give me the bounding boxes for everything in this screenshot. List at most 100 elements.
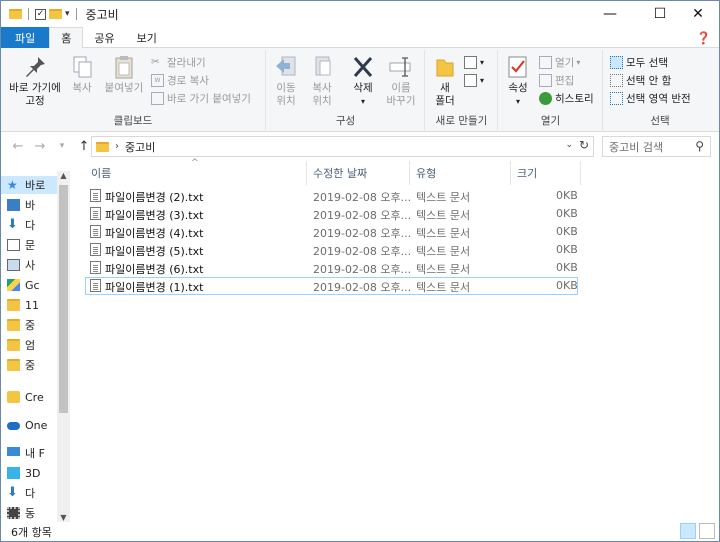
copy-to-button[interactable]: 복사 위치 (305, 54, 339, 108)
new-item-button[interactable]: ▾ (464, 54, 484, 71)
nav-item-folder[interactable]: 11 (1, 296, 57, 314)
close-button[interactable]: ✕ (675, 1, 720, 27)
search-icon[interactable]: ⚲ (695, 139, 704, 153)
explorer-window: ✓ ▾ 중고비 — ☐ ✕ 파일 홈 공유 보기 ❓ 바로 가기에 고정 복사 … (0, 0, 720, 542)
large-icons-view-icon[interactable] (699, 523, 715, 539)
nav-item-onedrive[interactable]: One (1, 416, 57, 434)
column-type[interactable]: 유형 (410, 161, 511, 185)
history-button[interactable]: 히스토리 (539, 90, 594, 107)
separator (75, 8, 77, 20)
text-file-icon (90, 225, 101, 238)
navigation-scrollbar[interactable]: ▲ ▼ (57, 171, 70, 522)
nav-item-pictures[interactable]: 사 (1, 256, 57, 274)
file-row[interactable]: 파일이름변경 (3).txt 2019-02-08 오후... 텍스트 문서 0… (85, 205, 578, 223)
delete-button[interactable]: 삭제 ▾ (347, 54, 379, 108)
scroll-up-icon[interactable]: ▲ (57, 171, 70, 180)
new-folder-button[interactable]: 새 폴더 (430, 54, 460, 108)
file-size: 0KB (556, 207, 578, 220)
select-all-button[interactable]: 모두 선택 (610, 54, 668, 71)
refresh-icon[interactable]: ↻ (579, 138, 589, 152)
nav-item-label: 동 (25, 507, 36, 520)
column-size[interactable]: 크기 (511, 161, 581, 185)
text-file-icon (90, 189, 101, 202)
column-date-modified[interactable]: 수정한 날짜 (307, 161, 410, 185)
cut-button[interactable]: ✂ 잘라내기 (151, 54, 206, 71)
nav-item-3d-objects[interactable]: 3D (1, 464, 57, 482)
edit-button[interactable]: 편집 (539, 72, 574, 89)
easy-access-dropdown-icon: ▾ (480, 76, 485, 85)
nav-item-downloads[interactable]: ⬇ 다 (1, 216, 57, 234)
open-button[interactable]: 열기 ▾ (539, 54, 580, 71)
file-name: 파일이름변경 (1).txt (105, 281, 204, 294)
nav-item-downloads[interactable]: ⬇ 다 (1, 484, 57, 502)
customize-quick-access-icon[interactable]: ▾ (65, 9, 70, 19)
file-row[interactable]: 파일이름변경 (4).txt 2019-02-08 오후... 텍스트 문서 0… (85, 223, 578, 241)
nav-item-folder[interactable]: 중 (1, 316, 57, 334)
file-type: 텍스트 문서 (416, 263, 471, 276)
properties-button[interactable]: 속성 ▾ (503, 54, 533, 108)
nav-item-label: 11 (25, 298, 39, 312)
address-bar[interactable]: › 중고비 ⌄ ↻ (91, 136, 594, 157)
properties-label: 속성 (508, 82, 528, 94)
desktop-icon (7, 199, 20, 211)
select-all-label: 모두 선택 (626, 57, 668, 69)
nav-item-videos[interactable]: 동 (1, 504, 57, 522)
quick-access-toolbar: ✓ ▾ (9, 8, 80, 20)
properties-dropdown-icon[interactable]: ▾ (516, 95, 520, 108)
file-row[interactable]: 파일이름변경 (5).txt 2019-02-08 오후... 텍스트 문서 0… (85, 241, 578, 259)
tab-share[interactable]: 공유 (83, 27, 125, 48)
new-folder-icon[interactable] (49, 9, 62, 19)
invert-selection-button[interactable]: 선택 영역 반전 (610, 90, 691, 107)
nav-item-folder[interactable]: 엄 (1, 336, 57, 354)
paste-shortcut-label: 바로 가기 붙여넣기 (167, 93, 251, 105)
paste-button[interactable]: 붙여넣기 (101, 54, 147, 95)
file-date: 2019-02-08 오후... (313, 191, 412, 204)
nav-item-desktop[interactable]: 바 (1, 196, 57, 214)
move-to-button[interactable]: 이동 위치 (269, 54, 303, 108)
rename-button[interactable]: 이름 바꾸기 (381, 54, 421, 108)
copy-path-button[interactable]: W 경로 복사 (151, 72, 209, 89)
recent-locations-icon[interactable]: ▾ (51, 141, 73, 151)
help-icon[interactable]: ❓ (696, 31, 711, 45)
properties-check-icon[interactable]: ✓ (35, 8, 46, 20)
nav-item-google-drive[interactable]: Gc (1, 276, 57, 294)
select-none-button[interactable]: 선택 안 함 (610, 72, 671, 89)
history-label: 히스토리 (555, 93, 594, 105)
nav-item-label: 엄 (25, 339, 36, 352)
easy-access-button[interactable]: ▾ (464, 72, 484, 89)
search-placeholder: 중고비 검색 (609, 140, 664, 154)
open-label: 열기 (555, 57, 575, 69)
tab-file[interactable]: 파일 (1, 27, 50, 48)
file-row[interactable]: 파일이름변경 (6).txt 2019-02-08 오후... 텍스트 문서 0… (85, 259, 578, 277)
pin-quick-access-button[interactable]: 바로 가기에 고정 (5, 54, 65, 108)
minimize-button[interactable]: — (587, 1, 633, 27)
address-dropdown-icon[interactable]: ⌄ (565, 140, 573, 150)
scroll-down-icon[interactable]: ▼ (57, 513, 70, 522)
tab-view[interactable]: 보기 (126, 27, 168, 48)
file-row[interactable]: 파일이름변경 (2).txt 2019-02-08 오후... 텍스트 문서 0… (85, 187, 578, 205)
history-icon (539, 92, 552, 105)
nav-item-folder[interactable]: 중 (1, 356, 57, 374)
breadcrumb-chevron-icon[interactable]: › (115, 141, 119, 152)
paste-shortcut-button[interactable]: 바로 가기 붙여넣기 (151, 90, 251, 107)
nav-item-this-pc[interactable]: 내 F (1, 444, 57, 462)
search-box[interactable]: 중고비 검색 ⚲ (602, 136, 711, 157)
nav-item-documents[interactable]: 문 (1, 236, 57, 254)
breadcrumb-current[interactable]: 중고비 (125, 139, 155, 155)
column-name[interactable]: 이름 (85, 161, 307, 185)
file-type: 텍스트 문서 (416, 209, 471, 222)
nav-item-label: 바 (25, 199, 36, 212)
details-view-icon[interactable] (680, 523, 696, 539)
ribbon-tabs: 파일 홈 공유 보기 (1, 27, 719, 49)
nav-item-quick-access[interactable]: ★ 바로 (1, 176, 57, 194)
copy-button[interactable]: 복사 (67, 54, 97, 95)
title-bar: ✓ ▾ 중고비 — ☐ ✕ (1, 1, 719, 27)
delete-dropdown-icon[interactable]: ▾ (361, 95, 365, 108)
nav-item-creative-cloud[interactable]: Cre (1, 388, 57, 406)
forward-arrow-icon[interactable]: → (29, 139, 51, 154)
tab-home[interactable]: 홈 (49, 27, 84, 49)
file-size: 0KB (556, 225, 578, 238)
scrollbar-thumb[interactable] (59, 185, 68, 413)
back-arrow-icon[interactable]: ← (7, 139, 29, 154)
file-row-selected[interactable]: 파일이름변경 (1).txt 2019-02-08 오후... 텍스트 문서 0… (85, 277, 578, 295)
